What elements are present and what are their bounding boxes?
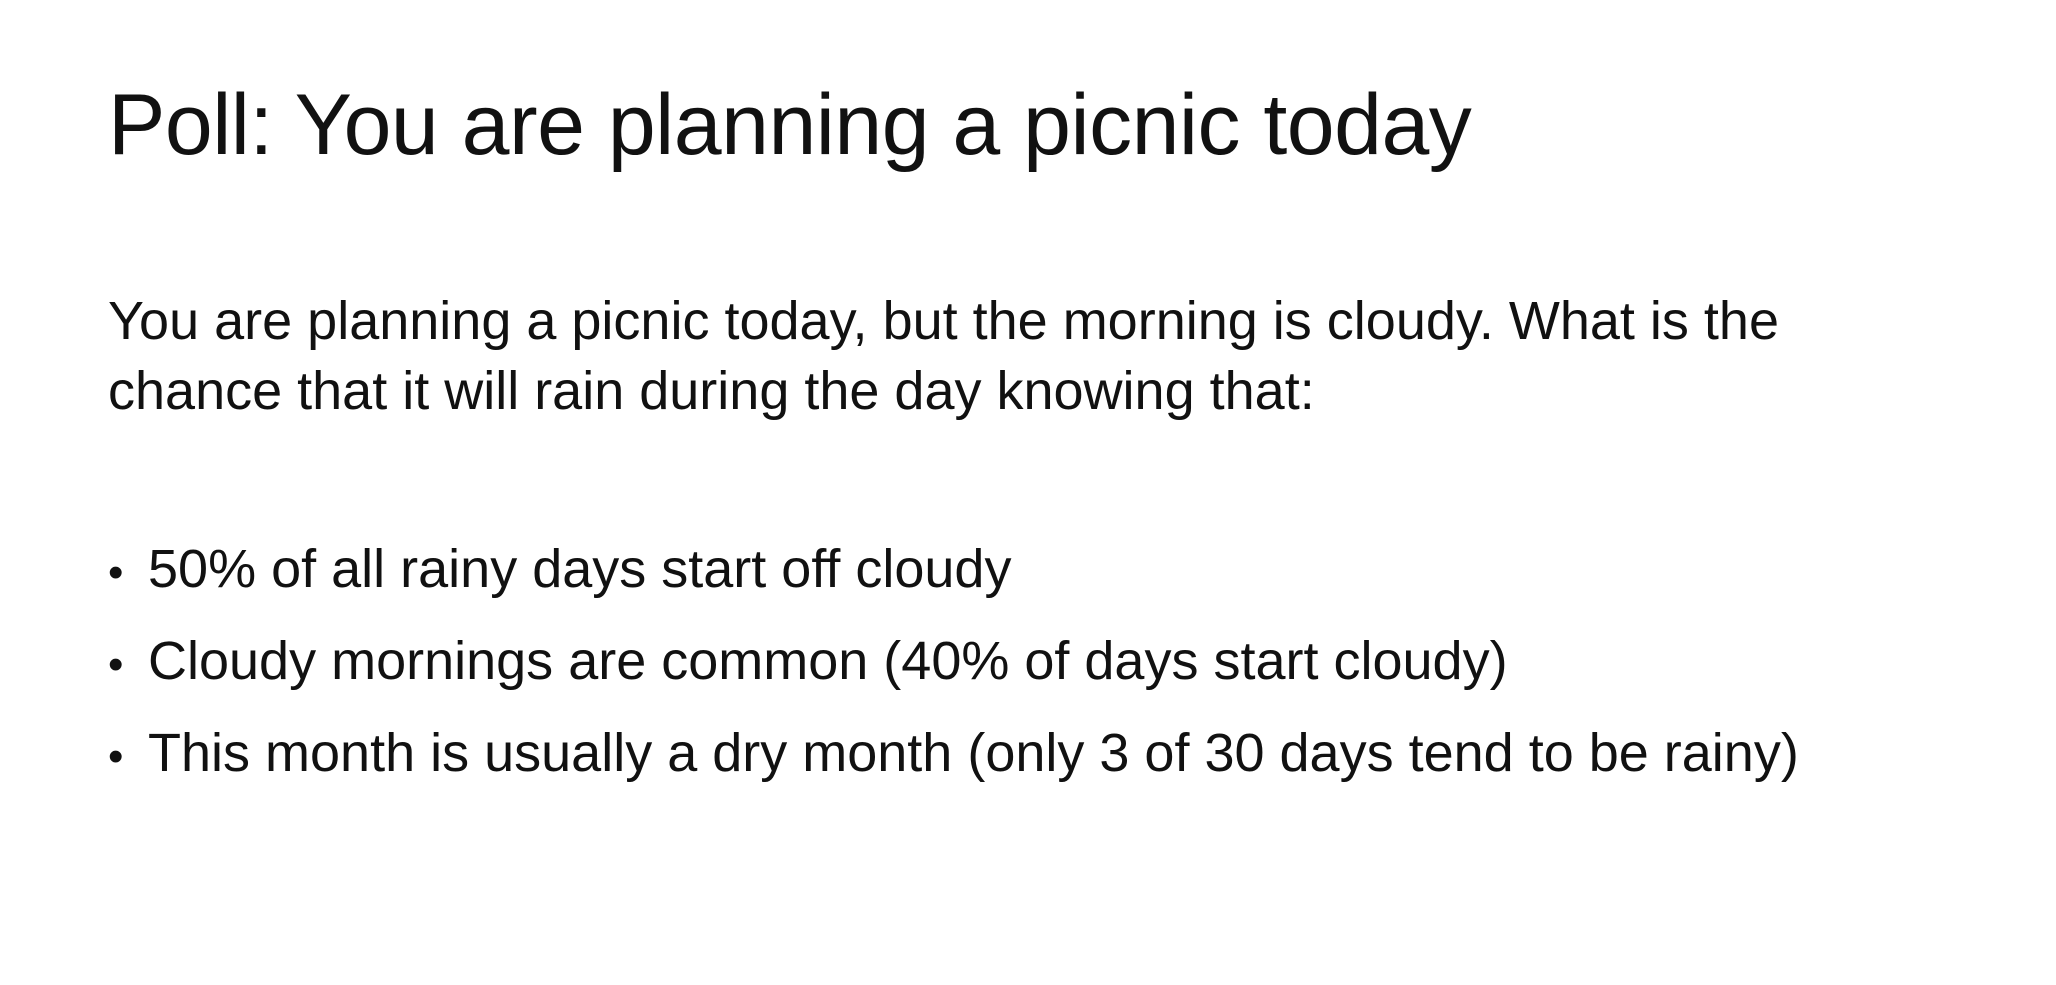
bullet-item: • This month is usually a dry month (onl… — [108, 722, 1799, 814]
intro-line: You are planning a picnic today, but the… — [108, 291, 1779, 351]
bullet-list: • 50% of all rainy days start off cloudy… — [108, 538, 1799, 814]
bullet-icon: • — [108, 732, 124, 781]
slide: Poll: You are planning a picnic today Yo… — [0, 0, 2056, 985]
bullet-text: 50% of all rainy days start off cloudy — [148, 539, 1012, 599]
bullet-text: This month is usually a dry month (only … — [148, 723, 1799, 783]
bullet-icon: • — [108, 640, 124, 689]
bullet-item: • 50% of all rainy days start off cloudy — [108, 538, 1799, 630]
bullet-item: • Cloudy mornings are common (40% of day… — [108, 630, 1799, 722]
intro-line: chance that it will rain during the day … — [108, 361, 1315, 421]
bullet-icon: • — [108, 548, 124, 597]
slide-title: Poll: You are planning a picnic today — [108, 77, 1472, 173]
intro-paragraph: You are planning a picnic today, but the… — [108, 286, 1988, 426]
bullet-text: Cloudy mornings are common (40% of days … — [148, 631, 1508, 691]
